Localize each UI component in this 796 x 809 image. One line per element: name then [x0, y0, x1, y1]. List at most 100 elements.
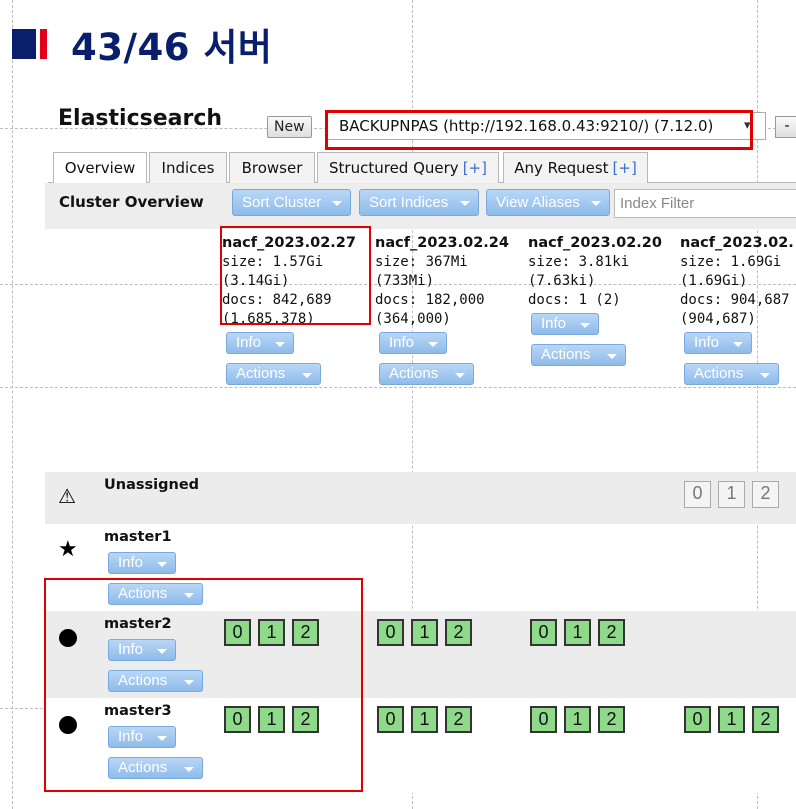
button-label: Info	[236, 334, 262, 351]
sort-cluster-button[interactable]: Sort Cluster	[232, 189, 351, 216]
shard-group: 0 1 2	[530, 619, 625, 646]
button-label: Info	[118, 554, 144, 571]
caret-down-icon	[460, 201, 470, 206]
shard[interactable]: 1	[411, 706, 438, 733]
index-docs-total: (904,687)	[680, 311, 756, 327]
tab-label: Browser	[241, 159, 303, 177]
cluster-overview-title: Cluster Overview	[59, 193, 204, 211]
caret-down-icon	[157, 562, 167, 567]
shard[interactable]: 1	[564, 619, 591, 646]
title-mark-icon	[12, 29, 36, 59]
tab-label: Indices	[161, 159, 215, 177]
button-label: Actions	[694, 365, 744, 382]
caret-down-icon	[428, 342, 438, 347]
index-actions-button[interactable]: Actions	[226, 363, 321, 385]
title-mark-icon	[40, 29, 47, 59]
tab-plus[interactable]: [+]	[463, 159, 487, 177]
button-label: Actions	[389, 365, 439, 382]
node-info-button[interactable]: Info	[108, 552, 176, 574]
index-size-total: (1.69Gi)	[680, 273, 748, 289]
shard-group: 0 1 2	[377, 706, 472, 733]
shard[interactable]: 0	[377, 619, 404, 646]
index-card: nacf_2023.02.24 size: 367Mi (733Mi) docs…	[375, 234, 509, 329]
index-filter-input[interactable]: Index Filter	[614, 189, 796, 218]
index-info-button[interactable]: Info	[531, 313, 599, 335]
tab-browser[interactable]: Browser	[229, 152, 315, 183]
caret-down-icon	[275, 342, 285, 347]
sort-indices-button[interactable]: Sort Indices	[359, 189, 479, 216]
index-card: nacf_2023.02.20 size: 3.81ki (7.63ki) do…	[528, 234, 662, 310]
shard[interactable]: 1	[718, 706, 745, 733]
shard-group: 0 1 2	[684, 706, 779, 733]
shard[interactable]: 1	[564, 706, 591, 733]
shard[interactable]: 2	[445, 706, 472, 733]
button-label: View Aliases	[496, 194, 580, 211]
header-extra-button[interactable]: -	[775, 116, 796, 138]
index-size-total: (733Mi)	[375, 273, 435, 289]
shard[interactable]: 1	[411, 619, 438, 646]
index-name: nacf_2023.02.24	[375, 235, 509, 251]
shard[interactable]: 1	[718, 481, 745, 508]
slide-title-text: 43/46 서버	[71, 26, 273, 69]
slide-title: 43/46 서버	[12, 18, 272, 70]
shard[interactable]: 0	[377, 706, 404, 733]
shard[interactable]: 0	[684, 706, 711, 733]
index-info-button[interactable]: Info	[379, 332, 447, 354]
shard[interactable]: 0	[530, 706, 557, 733]
tab-label: Structured Query	[329, 159, 459, 177]
index-name: nacf_2023.02.20	[528, 235, 662, 251]
caret-down-icon	[332, 201, 342, 206]
highlight-box	[325, 110, 753, 150]
index-info-button[interactable]: Info	[226, 332, 294, 354]
tab-indices[interactable]: Indices	[149, 152, 227, 183]
tab-label: Overview	[64, 159, 136, 177]
shard[interactable]: 2	[598, 619, 625, 646]
button-label: Info	[389, 334, 415, 351]
highlight-box	[220, 226, 371, 325]
index-size: size: 1.69Gi	[680, 254, 782, 270]
button-label: Info	[694, 334, 720, 351]
index-size: size: 367Mi	[375, 254, 468, 270]
button-label: Actions	[541, 346, 591, 363]
new-connection-button[interactable]: New	[267, 116, 312, 138]
button-label: Actions	[236, 365, 286, 382]
button-label: Sort Indices	[369, 194, 449, 211]
shard[interactable]: 0	[684, 481, 711, 508]
index-info-button[interactable]: Info	[684, 332, 752, 354]
caret-down-icon	[733, 342, 743, 347]
caret-down-icon	[580, 323, 590, 328]
index-card: nacf_2023.02. size: 1.69Gi (1.69Gi) docs…	[680, 234, 794, 329]
index-name: nacf_2023.02.	[680, 235, 794, 251]
caret-down-icon	[591, 201, 601, 206]
index-docs: docs: 182,000	[375, 292, 485, 308]
unassigned-shards: 0 1 2	[684, 481, 779, 508]
shard[interactable]: 2	[598, 706, 625, 733]
caret-down-icon	[455, 373, 465, 378]
shard-group: 0 1 2	[530, 706, 625, 733]
index-size: size: 3.81ki	[528, 254, 630, 270]
guide-line	[12, 0, 13, 809]
node-name-master1: master1	[104, 529, 172, 545]
index-actions-button[interactable]: Actions	[531, 344, 626, 366]
shard[interactable]: 2	[752, 706, 779, 733]
button-label: Info	[541, 315, 567, 332]
caret-down-icon	[302, 373, 312, 378]
tab-label: Any Request	[514, 159, 609, 177]
tab-overview[interactable]: Overview	[53, 152, 147, 184]
highlight-box	[44, 578, 363, 792]
index-docs: docs: 1 (2)	[528, 292, 621, 308]
index-actions-button[interactable]: Actions	[379, 363, 474, 385]
tab-any-request[interactable]: Any Request [+]	[503, 152, 648, 183]
shard-group: 0 1 2	[377, 619, 472, 646]
tab-plus[interactable]: [+]	[613, 159, 637, 177]
index-actions-button[interactable]: Actions	[684, 363, 779, 385]
shard[interactable]: 0	[530, 619, 557, 646]
button-label: Sort Cluster	[242, 194, 322, 211]
guide-line	[0, 387, 796, 388]
tab-structured-query[interactable]: Structured Query [+]	[317, 152, 499, 183]
shard[interactable]: 2	[445, 619, 472, 646]
shard[interactable]: 2	[752, 481, 779, 508]
unassigned-label: Unassigned	[104, 477, 200, 493]
app-brand: Elasticsearch	[58, 106, 223, 131]
view-aliases-button[interactable]: View Aliases	[486, 189, 610, 216]
